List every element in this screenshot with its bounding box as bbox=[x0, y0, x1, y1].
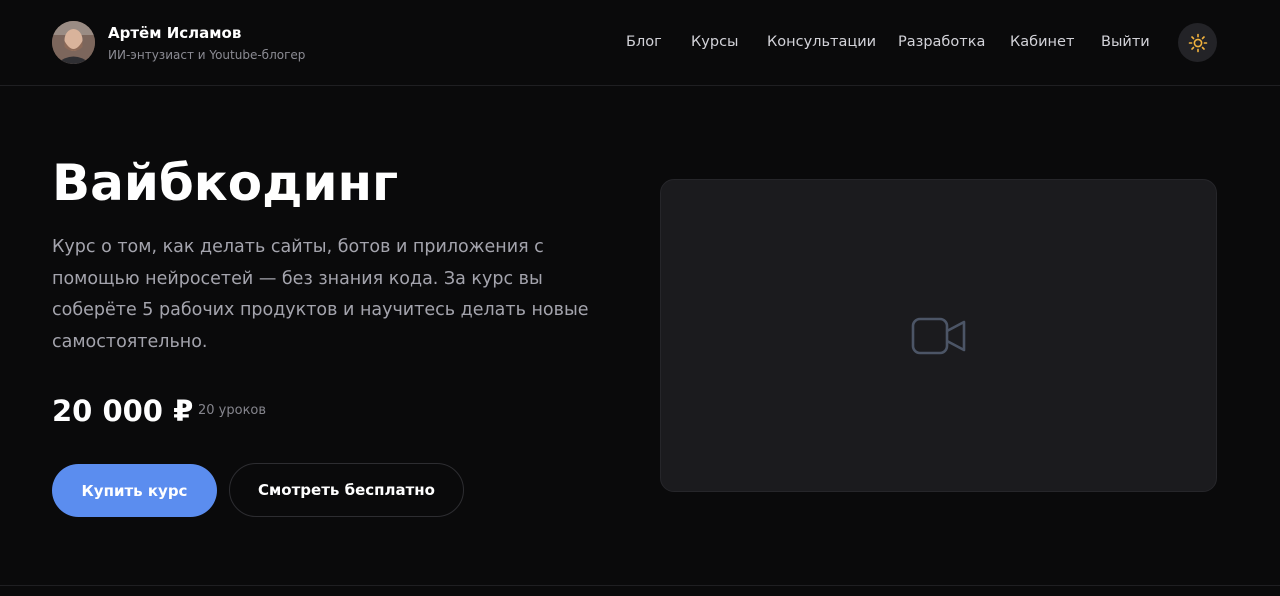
nav-development[interactable]: Разработка bbox=[898, 34, 985, 50]
nav-cabinet[interactable]: Кабинет bbox=[1010, 34, 1074, 50]
nav-blog[interactable]: Блог bbox=[626, 34, 662, 50]
theme-toggle-button[interactable] bbox=[1178, 23, 1217, 62]
nav-courses[interactable]: Курсы bbox=[691, 34, 739, 50]
watch-free-button[interactable]: Смотреть бесплатно bbox=[229, 463, 464, 517]
nav-consultations[interactable]: Консультации bbox=[767, 34, 876, 50]
avatar-photo-icon bbox=[52, 21, 95, 64]
avatar[interactable] bbox=[52, 21, 95, 64]
buy-course-button[interactable]: Купить курс bbox=[52, 464, 217, 517]
nav-logout[interactable]: Выйти bbox=[1101, 34, 1150, 50]
course-price: 20 000 ₽ bbox=[52, 394, 194, 428]
section-divider bbox=[0, 585, 1280, 586]
sun-icon bbox=[1188, 33, 1207, 52]
author-name: Артём Исламов bbox=[108, 24, 242, 42]
video-placeholder[interactable] bbox=[660, 179, 1217, 492]
lessons-count: 20 уроков bbox=[198, 403, 267, 418]
course-description: Курс о том, как делать сайты, ботов и пр… bbox=[52, 237, 589, 352]
course-title: Вайбкодинг bbox=[52, 154, 399, 212]
site-header: Артём Исламов ИИ-энтузиаст и Youtube-бло… bbox=[0, 0, 1280, 86]
author-subtitle: ИИ-энтузиаст и Youtube-блогер bbox=[108, 48, 306, 62]
video-camera-icon bbox=[911, 317, 965, 354]
